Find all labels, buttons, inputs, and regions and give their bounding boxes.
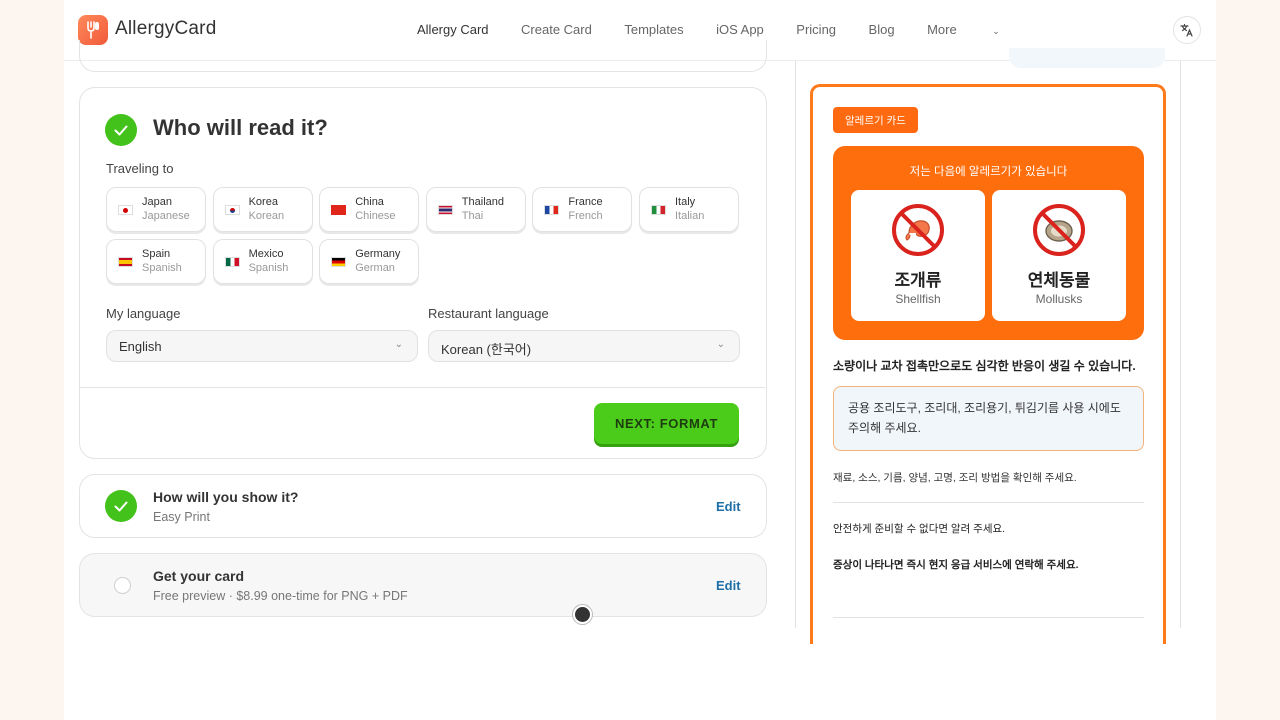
japan-flag-icon xyxy=(118,205,133,215)
allergen-korean: 연체동물 xyxy=(1027,271,1091,290)
cursor-indicator xyxy=(573,605,592,624)
country-option-france[interactable]: France French xyxy=(532,187,633,232)
allergen-english: Shellfish xyxy=(895,292,941,306)
allergy-card-preview: 알레르기 카드 저는 다음에 알레르기가 있습니다 조개류 Shellfish xyxy=(810,84,1166,644)
divider xyxy=(833,502,1144,503)
check-icon xyxy=(105,490,137,522)
allergen-korean: 조개류 xyxy=(894,271,942,290)
cross-contact-note: 공용 조리도구, 조리대, 조리용기, 튀김기름 사용 시에도 주의해 주세요. xyxy=(833,386,1144,451)
step-title: How will you show it? xyxy=(153,489,299,505)
nav-pricing[interactable]: Pricing xyxy=(796,22,836,37)
country-option-korea[interactable]: Korea Korean xyxy=(212,187,313,232)
country-language: French xyxy=(568,210,603,222)
restaurant-language-value: Korean (한국어) xyxy=(441,342,532,357)
thailand-flag-icon xyxy=(437,205,453,215)
chevron-down-icon: ⌄ xyxy=(992,26,1000,36)
chevron-down-icon: ⌄ xyxy=(716,339,725,350)
nav-more-label: More xyxy=(927,22,957,37)
my-language-value: English xyxy=(119,339,162,354)
step-title: Get your card xyxy=(153,568,245,584)
country-name: China xyxy=(355,196,384,208)
country-name: Mexico xyxy=(248,248,284,260)
check-icon xyxy=(105,114,137,146)
restaurant-language-select[interactable]: Korean (한국어) ⌄ xyxy=(428,330,740,362)
country-name: Italy xyxy=(675,196,696,208)
step-subtitle: Free preview · $8.99 one-time for PNG + … xyxy=(153,589,408,603)
country-name: Korea xyxy=(248,196,278,208)
allergen-english: Mollusks xyxy=(1035,292,1083,306)
italy-flag-icon xyxy=(651,205,666,215)
country-language: Spanish xyxy=(248,262,289,274)
country-option-germany[interactable]: Germany German xyxy=(319,239,420,284)
spain-flag-icon xyxy=(118,257,133,267)
country-name: Germany xyxy=(355,248,401,260)
nav-ios-app[interactable]: iOS App xyxy=(716,22,764,37)
nav-blog[interactable]: Blog xyxy=(869,22,895,37)
step-get-your-card[interactable]: Get your card Free preview · $8.99 one-t… xyxy=(79,553,767,617)
country-language: Chinese xyxy=(355,210,396,222)
country-name: Japan xyxy=(142,196,172,208)
country-language: Japanese xyxy=(142,210,190,222)
brand-name[interactable]: AllergyCard xyxy=(115,18,216,40)
step-who-will-read: Who will read it? Traveling to Japan Jap… xyxy=(79,87,767,459)
country-language: Spanish xyxy=(142,262,182,274)
edit-get-card-link[interactable]: Edit xyxy=(716,578,741,593)
country-option-thailand[interactable]: Thailand Thai xyxy=(425,187,526,232)
country-option-china[interactable]: China Chinese xyxy=(319,187,420,232)
country-language: Korean xyxy=(248,210,285,222)
country-option-mexico[interactable]: Mexico Spanish xyxy=(212,239,313,284)
check-ingredients-text: 재료, 소스, 기름, 양념, 고명, 조리 방법을 확인해 주세요. xyxy=(833,472,1077,484)
korea-flag-icon xyxy=(224,205,240,215)
page: AllergyCard Allergy Card Create Card Tem… xyxy=(64,0,1216,720)
my-language-select[interactable]: English ⌄ xyxy=(106,330,418,362)
nav-templates[interactable]: Templates xyxy=(624,22,683,37)
chevron-down-icon: ⌄ xyxy=(394,339,403,350)
country-language: German xyxy=(355,262,395,274)
nav-create-card[interactable]: Create Card xyxy=(521,22,592,37)
allergen-banner-title: 저는 다음에 알레르기가 있습니다 xyxy=(909,166,1068,178)
mexico-flag-icon xyxy=(224,257,240,267)
nav-allergy-card[interactable]: Allergy Card xyxy=(417,22,489,37)
allergen-card-shellfish: 조개류 Shellfish xyxy=(851,190,985,321)
country-name: Spain xyxy=(142,248,171,260)
edit-format-link[interactable]: Edit xyxy=(716,499,741,514)
incomplete-step-icon xyxy=(114,577,131,594)
country-option-italy[interactable]: Italy Italian xyxy=(639,187,739,232)
country-language: Italian xyxy=(675,210,705,222)
translate-icon[interactable] xyxy=(1173,16,1201,44)
tell-me-text: 안전하게 준비할 수 없다면 알려 주세요. xyxy=(833,523,1006,535)
next-format-button[interactable]: NEXT: FORMAT xyxy=(594,403,739,444)
restaurant-language-label: Restaurant language xyxy=(428,306,549,321)
germany-flag-icon xyxy=(331,257,347,267)
step-title: Who will read it? xyxy=(153,115,328,140)
divider xyxy=(80,387,765,388)
country-option-spain[interactable]: Spain Spanish xyxy=(106,239,206,284)
my-language-label: My language xyxy=(106,306,181,321)
allergen-card-mollusks: 연체동물 Mollusks xyxy=(992,190,1126,321)
country-language: Thai xyxy=(461,210,484,222)
previous-step-card xyxy=(79,40,767,72)
traveling-to-label: Traveling to xyxy=(106,161,174,176)
france-flag-icon xyxy=(544,205,560,215)
no-shrimp-icon xyxy=(891,203,945,257)
country-name: France xyxy=(568,196,603,208)
china-flag-icon xyxy=(331,205,347,215)
nav-more[interactable]: More ⌄ xyxy=(927,22,1032,37)
main-nav: Allergy Card Create Card Templates iOS A… xyxy=(417,22,1065,37)
step-how-will-you-show[interactable]: How will you show it? Easy Print Edit xyxy=(79,474,767,538)
allergen-banner: 저는 다음에 알레르기가 있습니다 조개류 Shellfish 연체동물 Mol… xyxy=(833,146,1144,340)
step-subtitle: Easy Print xyxy=(153,510,210,524)
card-type-badge: 알레르기 카드 xyxy=(833,107,918,133)
severity-warning: 소량이나 교차 접촉만으로도 심각한 반응이 생길 수 있습니다. xyxy=(833,359,1136,373)
divider xyxy=(833,617,1144,618)
country-option-japan[interactable]: Japan Japanese xyxy=(106,187,206,232)
no-oyster-icon xyxy=(1032,203,1086,257)
emergency-text: 증상이 나타나면 즉시 현지 응급 서비스에 연락해 주세요. xyxy=(833,559,1079,571)
country-name: Thailand xyxy=(461,196,504,208)
